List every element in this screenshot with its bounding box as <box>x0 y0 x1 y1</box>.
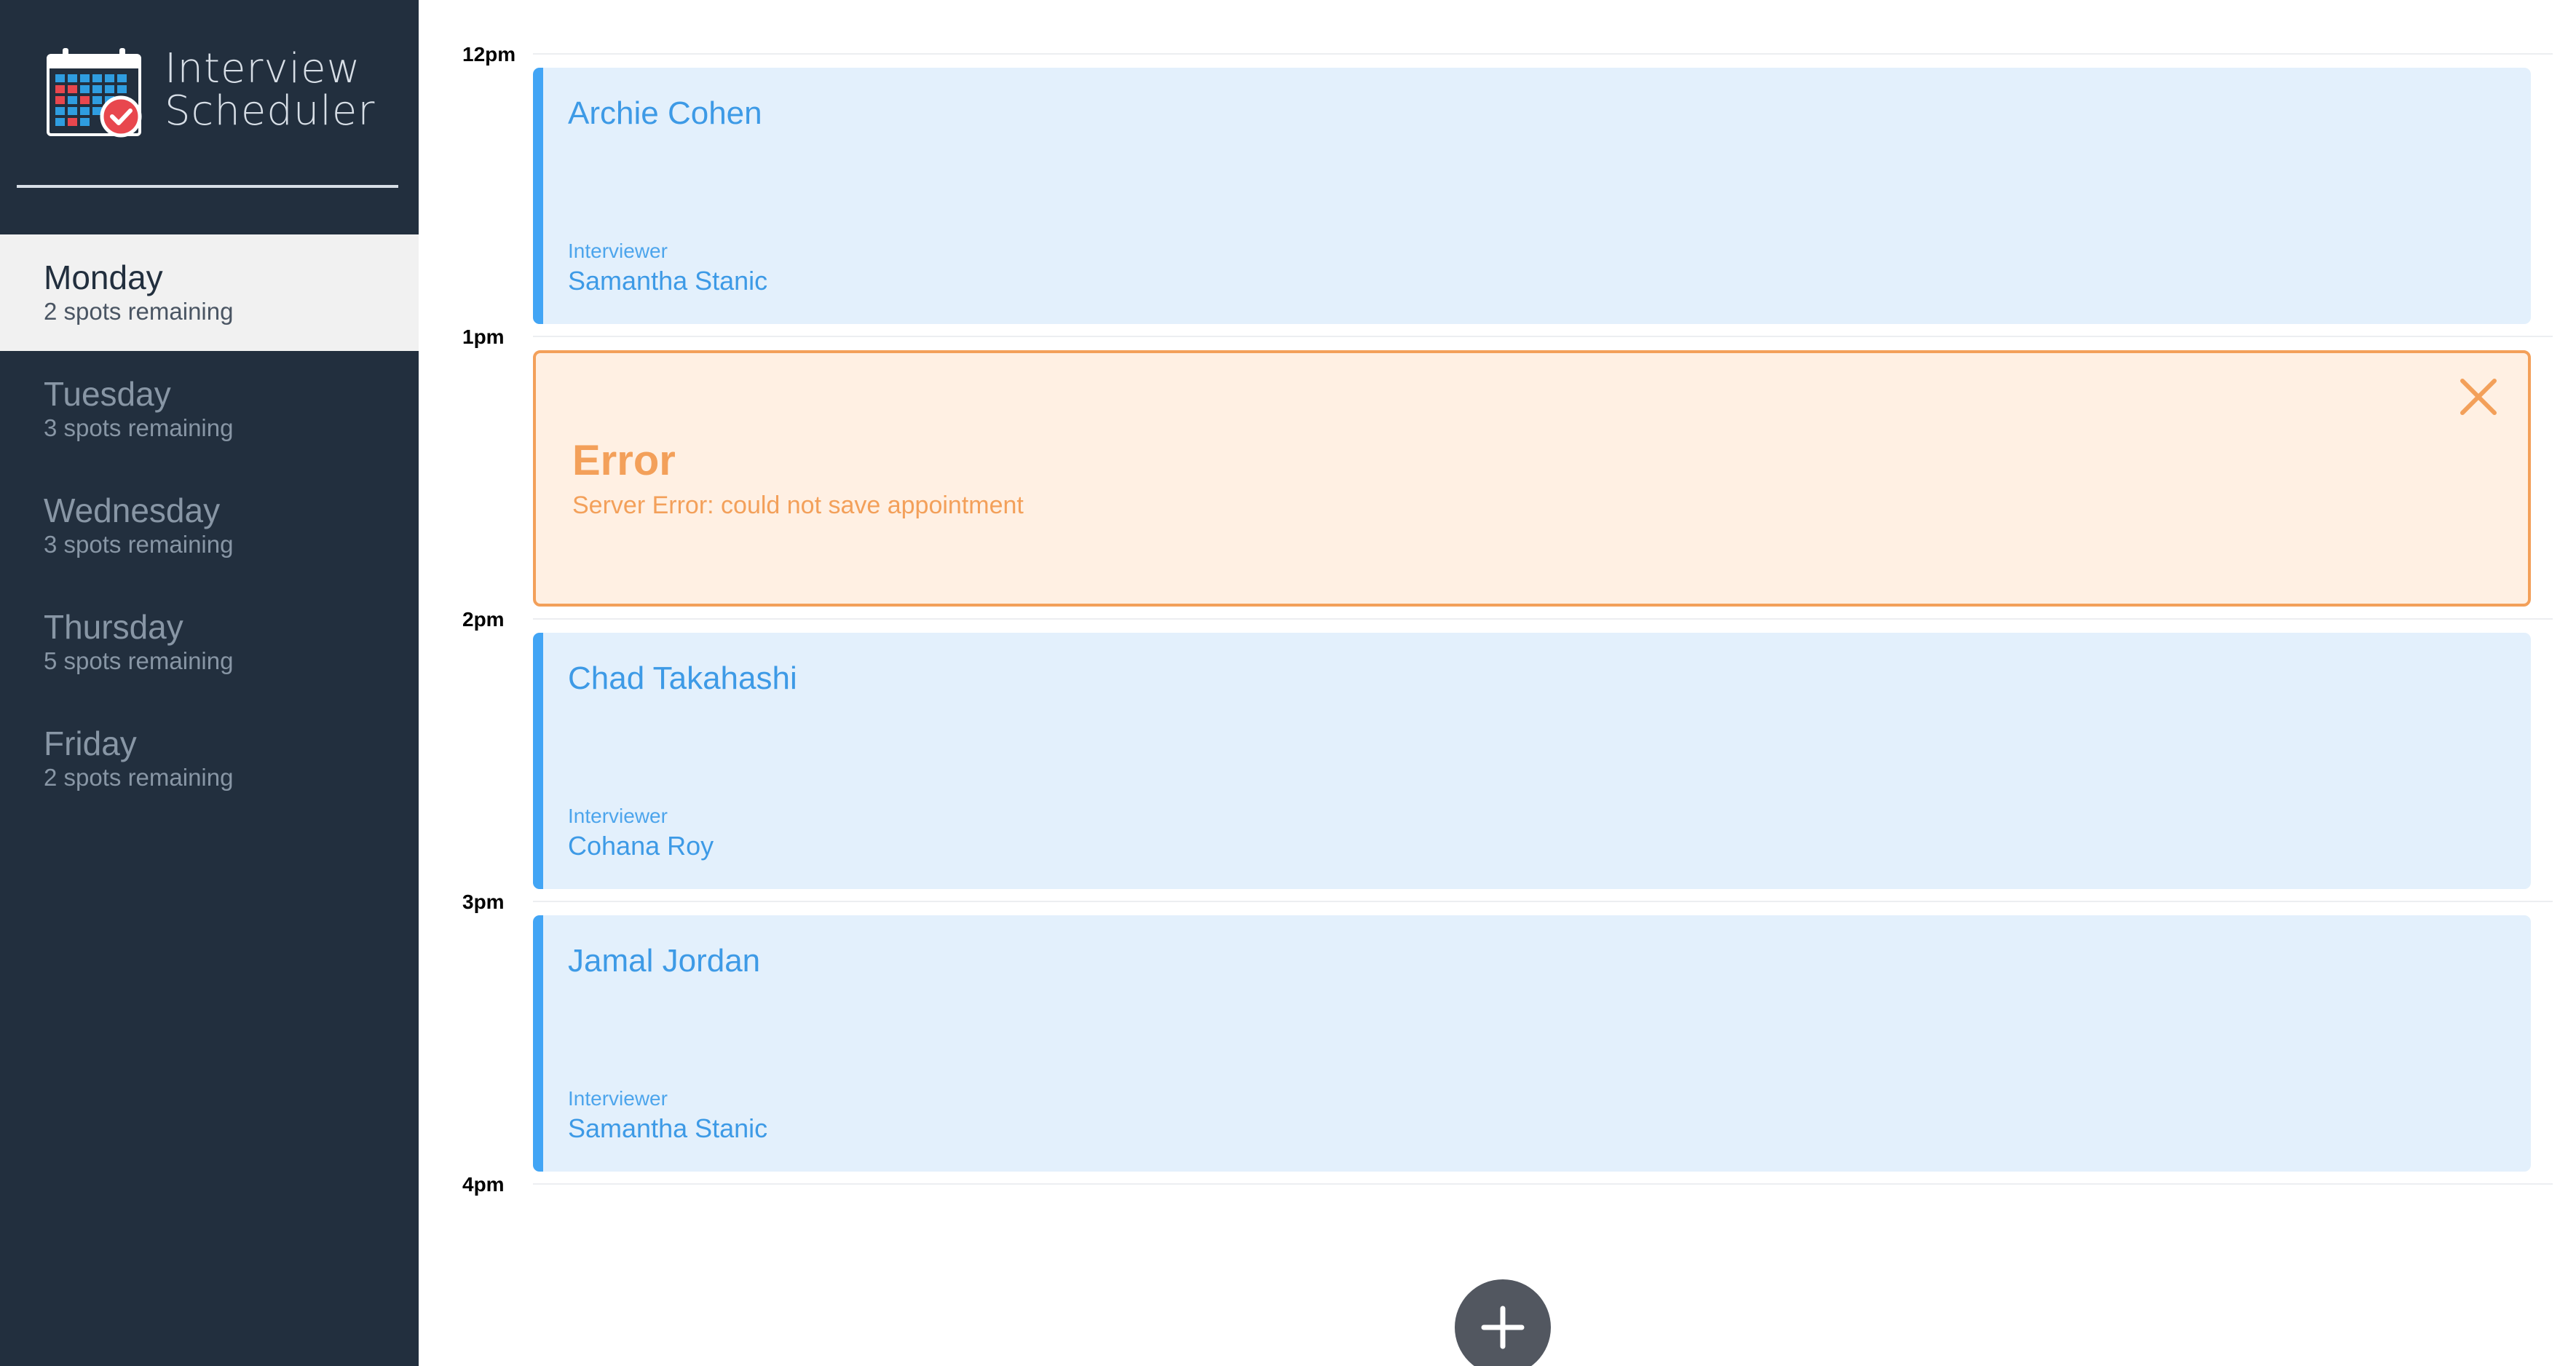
plus-icon <box>1481 1306 1525 1349</box>
slot-separator <box>533 53 2553 55</box>
day-item-thursday[interactable]: Thursday 5 spots remaining <box>0 584 419 700</box>
error-message: Server Error: could not save appointment <box>572 491 1024 519</box>
slot-separator <box>533 618 2553 620</box>
app-name-line1: Interview <box>165 45 361 92</box>
day-spots: 2 spots remaining <box>44 764 234 791</box>
interviewer-label: Interviewer <box>568 1087 668 1110</box>
day-spots: 5 spots remaining <box>44 647 234 674</box>
slot-separator <box>533 901 2553 902</box>
day-name: Monday <box>44 258 163 296</box>
sidebar: Interview Scheduler Monday 2 spots remai… <box>0 0 419 1366</box>
day-item-wednesday[interactable]: Wednesday 3 spots remaining <box>0 467 419 584</box>
slot-separator <box>533 336 2553 337</box>
slot-time: 3pm <box>462 891 505 913</box>
appointment-slot-12pm: 12pm Archie Cohen Interviewer Samantha S… <box>419 0 2576 324</box>
slot-time: 12pm <box>462 43 516 66</box>
close-icon[interactable] <box>2457 375 2500 419</box>
day-spots: 2 spots remaining <box>44 298 234 325</box>
appointment-slot-3pm: 3pm Jamal Jordan Interviewer Samantha St… <box>419 848 2576 1172</box>
day-spots: 3 spots remaining <box>44 414 234 441</box>
student-name: Jamal Jordan <box>568 943 761 979</box>
brand: Interview Scheduler <box>45 47 375 138</box>
interviewer-label: Interviewer <box>568 805 668 827</box>
day-name: Wednesday <box>44 491 221 529</box>
slot-time: 4pm <box>462 1173 505 1196</box>
slot-time: 1pm <box>462 325 505 348</box>
schedule: 12pm Archie Cohen Interviewer Samantha S… <box>419 0 2576 1366</box>
app-name-line2: Scheduler <box>165 87 376 135</box>
student-name: Archie Cohen <box>568 95 762 131</box>
calendar-check-icon <box>47 48 142 138</box>
day-name: Friday <box>44 725 137 762</box>
day-name: Tuesday <box>44 375 171 413</box>
app-name: Interview Scheduler <box>165 48 375 133</box>
day-item-friday[interactable]: Friday 2 spots remaining <box>0 700 419 817</box>
day-item-tuesday[interactable]: Tuesday 3 spots remaining <box>0 351 419 467</box>
day-item-monday[interactable]: Monday 2 spots remaining <box>0 234 419 351</box>
day-spots: 3 spots remaining <box>44 531 234 558</box>
error-title: Error <box>572 437 676 484</box>
appointment-slot-1pm: 1pm Error Server Error: could not save a… <box>419 283 2576 607</box>
appointment-slot-2pm: 2pm Chad Takahashi Interviewer Cohana Ro… <box>419 565 2576 889</box>
slot-time: 2pm <box>462 608 505 631</box>
day-list: Monday 2 spots remaining Tuesday 3 spots… <box>0 234 419 817</box>
sidebar-separator <box>17 185 398 188</box>
interviewer-label: Interviewer <box>568 240 668 262</box>
day-name: Thursday <box>44 608 183 646</box>
student-name: Chad Takahashi <box>568 660 797 696</box>
close-button[interactable] <box>2457 375 2500 419</box>
slot-separator <box>533 1183 2553 1185</box>
